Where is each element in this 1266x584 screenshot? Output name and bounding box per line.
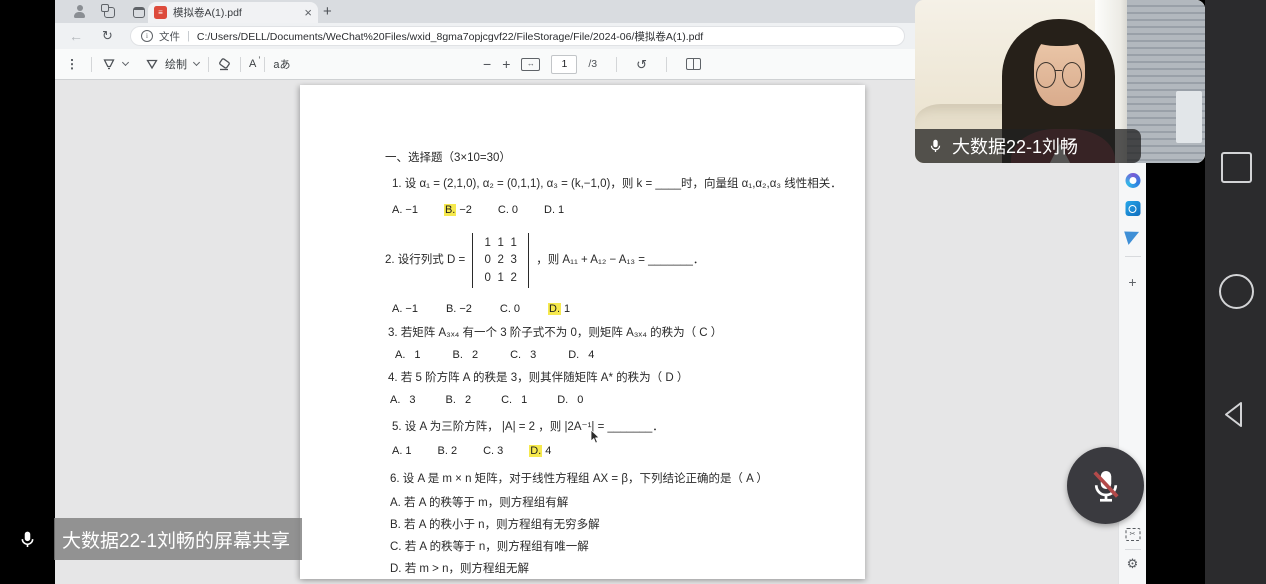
- wall-panel: [1176, 91, 1202, 143]
- microphone-icon: [18, 527, 37, 552]
- page-total-label: /3: [588, 58, 597, 70]
- question-1: 1. 设 α₁ = (2,1,0), α₂ = (0,1,1), α₃ = (k…: [392, 177, 842, 191]
- question-5: 5. 设 A 为三阶方阵， |A| = 2 ，则 |2A⁻¹| = ______…: [392, 420, 664, 434]
- address-input[interactable]: i 文件 | C:/Users/DELL/Documents/WeChat%20…: [130, 26, 905, 46]
- recents-button[interactable]: [1221, 152, 1252, 183]
- highlighter-icon[interactable]: [102, 57, 116, 71]
- letterbox-left: [0, 0, 55, 584]
- microphone-muted-icon: [1088, 465, 1124, 507]
- screen-share-banner: 大数据22-1刘畅的屏幕共享: [0, 518, 302, 560]
- divider: [240, 57, 241, 72]
- divider: [208, 57, 209, 72]
- draw-pen-icon[interactable]: [145, 57, 159, 71]
- browser-tab[interactable]: ≡ 模拟卷A(1).pdf ×: [148, 2, 318, 23]
- rotate-icon[interactable]: ↺: [636, 58, 647, 71]
- new-tab-button[interactable]: +: [323, 3, 332, 20]
- tab-actions-icon[interactable]: [133, 7, 145, 18]
- drop-paper-plane-icon[interactable]: [1124, 227, 1142, 245]
- close-tab-icon[interactable]: ×: [304, 6, 312, 19]
- glasses-right-lens: [1062, 62, 1082, 88]
- divider: [666, 57, 667, 72]
- screenshot-icon[interactable]: ✂: [1125, 528, 1140, 541]
- banner-mic-box: [0, 518, 54, 560]
- question-3-options: A.1 B.2 C.3 D.4: [395, 349, 594, 363]
- back-button[interactable]: [1219, 399, 1250, 430]
- webcam-name-label: 大数据22-1刘畅: [915, 129, 1141, 163]
- divider: [1125, 549, 1141, 550]
- back-icon[interactable]: ←: [69, 28, 83, 44]
- info-icon[interactable]: i: [141, 30, 153, 42]
- divider: [616, 57, 617, 72]
- zoom-out-icon[interactable]: −: [483, 57, 491, 71]
- question-3: 3. 若矩阵 A₃ₓ₄ 有一个 3 阶子式不为 0，则矩阵 A₃ₓ₄ 的秩为（ …: [388, 326, 722, 340]
- android-nav-bar: [1205, 0, 1266, 584]
- read-aloud-icon[interactable]: A: [249, 58, 256, 70]
- chevron-down-icon[interactable]: [123, 60, 129, 66]
- question-6-option-c: C. 若 A 的秩等于 n，则方程组有唯一解: [390, 540, 589, 554]
- outlook-icon[interactable]: [1125, 201, 1140, 216]
- file-protocol-label: 文件: [159, 29, 180, 44]
- microphone-icon: [928, 136, 943, 156]
- phone-screen: ≡ 模拟卷A(1).pdf × + ← ↻ i 文件 | C:/Users/DE…: [0, 0, 1266, 584]
- workspaces-icon[interactable]: [104, 7, 115, 18]
- highlighted-answer: D.: [548, 303, 561, 315]
- person-fringe: [1028, 19, 1090, 47]
- eraser-icon[interactable]: [217, 58, 232, 71]
- fit-to-width-icon[interactable]: ↔: [521, 58, 540, 71]
- home-button[interactable]: [1219, 274, 1254, 309]
- mouse-cursor: [590, 430, 601, 444]
- question-4: 4. 若 5 阶方阵 A 的秩是 3，则其伴随矩阵 A* 的秩为（ D ）: [388, 371, 688, 385]
- microphone-muted-button[interactable]: [1067, 447, 1144, 524]
- add-sidebar-item-button[interactable]: +: [1128, 274, 1136, 290]
- question-1-options: A.−1 B.−2 C.0 D.1: [392, 204, 564, 218]
- highlighted-answer: B.: [444, 204, 456, 216]
- page-number-input[interactable]: [551, 55, 577, 74]
- page-view-icon[interactable]: [686, 58, 701, 70]
- pdf-file-icon: ≡: [154, 6, 167, 19]
- divider: [91, 57, 92, 72]
- pdf-page: 一、选择题（3×10=30） 1. 设 α₁ = (2,1,0), α₂ = (…: [300, 85, 865, 579]
- determinant-matrix: 111 023 012: [472, 233, 529, 288]
- question-4-options: A.3 B.2 C.1 D.0: [390, 394, 583, 408]
- pdf-zoom-controls: − + ↔ /3 ↺: [483, 49, 701, 79]
- copilot-icon[interactable]: [1125, 173, 1140, 188]
- table-of-contents-icon[interactable]: [71, 59, 83, 69]
- section-title: 一、选择题（3×10=30）: [385, 151, 511, 165]
- banner-text: 大数据22-1刘畅的屏幕共享: [54, 518, 302, 560]
- translate-icon[interactable]: aあ: [273, 56, 290, 72]
- divider: [1125, 256, 1141, 257]
- draw-label[interactable]: 绘制: [165, 56, 187, 72]
- gear-icon[interactable]: ⚙: [1127, 557, 1139, 571]
- chevron-down-icon[interactable]: [194, 60, 200, 66]
- question-2: 2. 设行列式 D = 111 023 012 ，则 A₁₁ + A₁₂ − A…: [385, 233, 704, 288]
- glasses-left-lens: [1036, 62, 1056, 88]
- question-2-options: A.−1 B.−2 C.0 D.1: [392, 303, 570, 317]
- question-6-option-b: B. 若 A 的秩小于 n，则方程组有无穷多解: [390, 518, 600, 532]
- url-text: C:/Users/DELL/Documents/WeChat%20Files/w…: [197, 29, 703, 44]
- tab-title: 模拟卷A(1).pdf: [173, 5, 298, 20]
- question-5-options: A.1 B.2 C.3 D.4: [392, 445, 551, 459]
- glasses-bridge: [1055, 70, 1062, 71]
- divider: [264, 57, 265, 72]
- highlighted-answer: D.: [529, 445, 542, 457]
- profile-icon[interactable]: [73, 5, 86, 18]
- question-6-option-a: A. 若 A 的秩等于 m，则方程组有解: [390, 496, 568, 510]
- zoom-in-icon[interactable]: +: [502, 57, 510, 71]
- webcam-name: 大数据22-1刘畅: [952, 133, 1078, 159]
- webcam-overlay[interactable]: 大数据22-1刘畅: [915, 0, 1205, 163]
- separator: |: [187, 30, 190, 42]
- question-6: 6. 设 A 是 m × n 矩阵，对于线性方程组 AX = β，下列结论正确的…: [390, 472, 768, 486]
- question-6-option-d: D. 若 m > n，则方程组无解: [390, 562, 529, 576]
- refresh-icon[interactable]: ↻: [102, 28, 113, 44]
